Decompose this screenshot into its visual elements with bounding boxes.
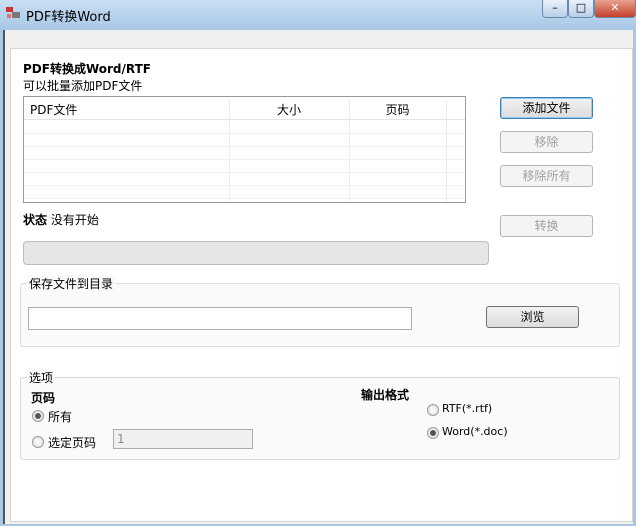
all-pages-label[interactable]: 所有 [48, 408, 72, 425]
column-header-size[interactable]: 大小 [229, 100, 349, 120]
word-radio[interactable] [427, 427, 439, 439]
page-subtitle: 可以批量添加PDF文件 [23, 79, 143, 93]
progress-bar [23, 241, 489, 265]
table-row [24, 186, 465, 199]
options-legend: 选项 [27, 369, 56, 386]
title-bar: PDF转换Word – □ ✕ [0, 0, 636, 30]
rtf-label[interactable]: RTF(*.rtf) [442, 402, 492, 415]
selected-pages-radio[interactable] [32, 436, 44, 448]
table-row [24, 147, 465, 160]
remove-all-button[interactable]: 移除所有 [500, 165, 593, 187]
status-value: 没有开始 [50, 213, 99, 227]
page-title: PDF转换成Word/RTF [23, 62, 151, 76]
column-header-file[interactable]: PDF文件 [24, 100, 229, 120]
convert-button[interactable]: 转换 [500, 215, 593, 237]
all-pages-radio[interactable] [32, 410, 44, 422]
table-row [24, 121, 465, 134]
close-button[interactable]: ✕ [594, 0, 636, 18]
browse-button[interactable]: 浏览 [486, 306, 579, 328]
save-path-input[interactable] [28, 307, 412, 330]
maximize-button[interactable]: □ [568, 0, 594, 18]
save-directory-legend: 保存文件到目录 [27, 275, 116, 292]
selected-pages-label[interactable]: 选定页码 [48, 434, 96, 451]
page-range-input[interactable]: 1 [113, 429, 253, 449]
output-format-label: 输出格式 [361, 388, 410, 402]
add-file-button[interactable]: 添加文件 [500, 97, 593, 119]
window-title: PDF转换Word [26, 10, 111, 25]
rtf-radio[interactable] [427, 404, 439, 416]
column-header-filler [446, 100, 465, 120]
remove-button[interactable]: 移除 [500, 131, 593, 153]
options-group [20, 377, 620, 460]
status-label: 状态 [23, 213, 48, 227]
status-line: 状态 没有开始 [23, 211, 99, 228]
app-icon [6, 7, 20, 18]
minimize-button[interactable]: – [542, 0, 568, 18]
word-label[interactable]: Word(*.doc) [442, 425, 508, 438]
table-row [24, 173, 465, 186]
table-row [24, 134, 465, 147]
table-row [24, 160, 465, 173]
pages-label: 页码 [31, 391, 56, 405]
file-table[interactable]: PDF文件 大小 页码 [23, 96, 466, 203]
column-header-pages[interactable]: 页码 [349, 100, 446, 120]
